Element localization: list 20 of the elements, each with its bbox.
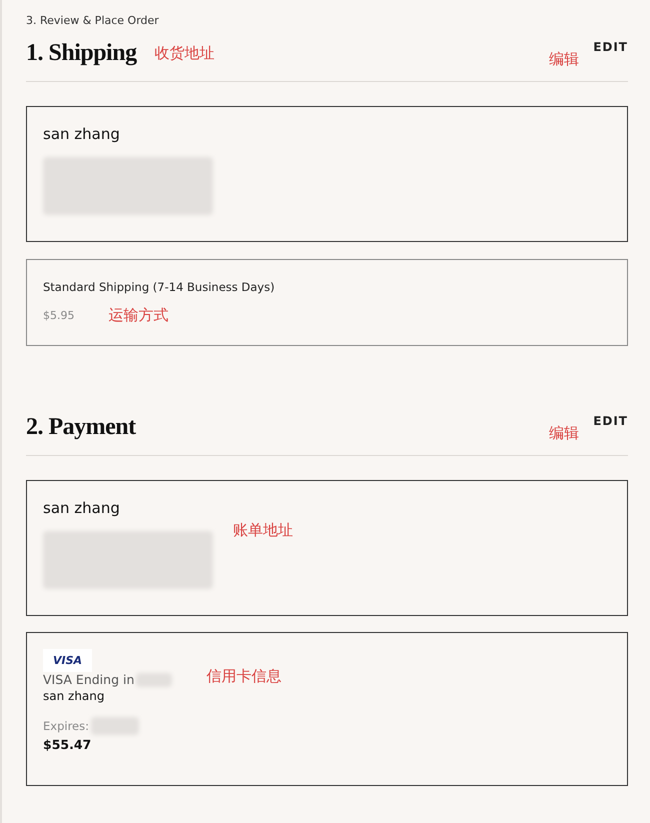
card-ending: VISA Ending in [43,672,134,687]
recipient-name: san zhang [43,125,121,143]
annotation-text: 编辑 [549,50,580,69]
shipping-price: $5.95 [43,309,74,322]
recipient-name: san zhang [43,499,121,517]
annotation-text: 账单地址 [233,521,293,541]
shipping-method-name: Standard Shipping (7-14 Business Days) [43,280,276,294]
annotation-text: 运输方式 [108,306,168,325]
section-title: 1. Shipping [26,39,137,68]
payment-amount: $55.47 [43,737,92,752]
edit-link[interactable]: EDIT [593,414,628,428]
edit-link[interactable]: EDIT [593,40,628,54]
annotation-text: 收货地址 [154,44,215,63]
section-title: 2. Payment [26,413,136,442]
card-holder: san zhang [43,689,106,703]
step-label: 3. Review & Place Order [26,14,160,29]
expires-label: Expires: [43,719,89,733]
annotation-text: 信用卡信息 [206,667,282,686]
visa-logo: VISA [43,649,92,672]
annotation-text: 编辑 [549,424,580,443]
